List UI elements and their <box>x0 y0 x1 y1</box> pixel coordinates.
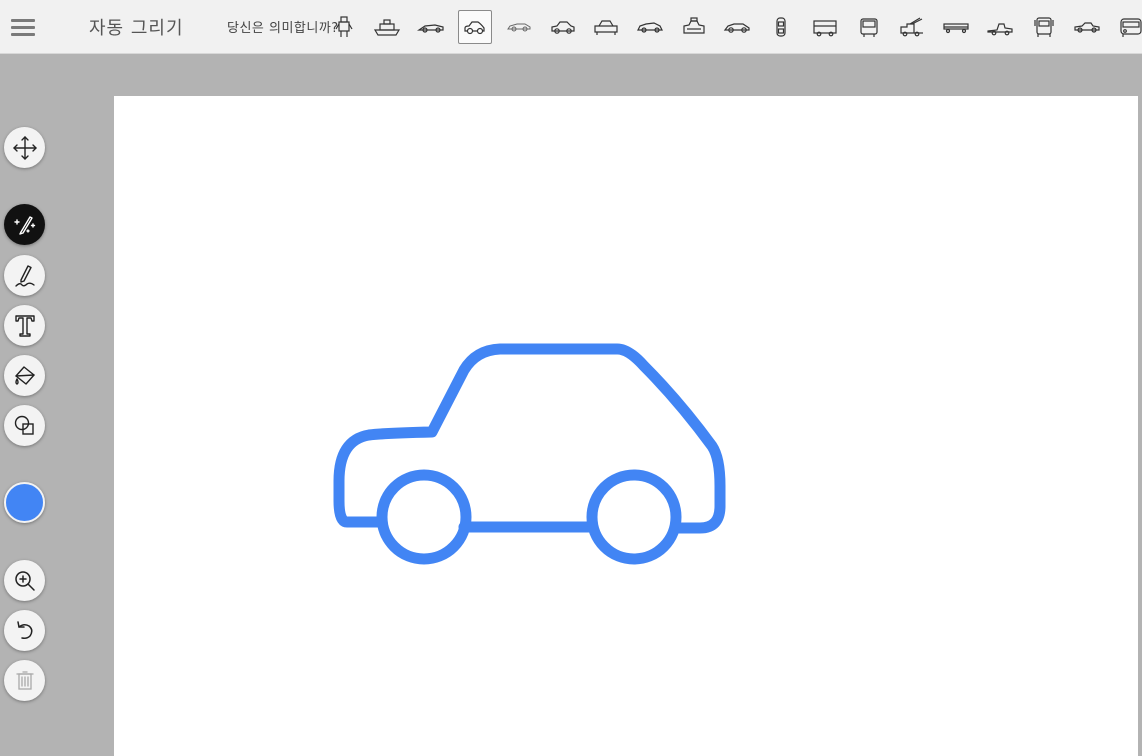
car-icon[interactable] <box>458 10 492 44</box>
pencil-icon <box>14 264 35 287</box>
undo-tool[interactable] <box>4 610 45 651</box>
tow-truck-icon[interactable] <box>939 10 973 44</box>
sedan-front-car-icon[interactable] <box>546 10 580 44</box>
magic-pen-icon <box>13 215 35 235</box>
fire-truck-icon[interactable] <box>852 10 886 44</box>
coupe-car-icon[interactable] <box>589 10 623 44</box>
bus-icon[interactable] <box>764 10 798 44</box>
rear-wheel <box>586 469 682 565</box>
type-tool[interactable] <box>4 305 45 346</box>
trash-icon <box>15 670 34 690</box>
taxi-car-icon[interactable] <box>633 10 667 44</box>
boat-icon[interactable] <box>370 10 404 44</box>
paint-bucket-icon <box>14 365 35 385</box>
move-arrows-icon <box>12 135 37 160</box>
bus-front-icon[interactable] <box>1070 10 1104 44</box>
top-bar: 자동 그리기 당신은 의미합니까? <box>0 0 1142 54</box>
bus-front-icon-2[interactable] <box>1113 10 1142 44</box>
semi-truck-front-icon[interactable] <box>983 10 1017 44</box>
autodraw-tool[interactable] <box>4 204 45 245</box>
low-sports-car-icon[interactable] <box>414 10 448 44</box>
draw-tool[interactable] <box>4 255 45 296</box>
hamburger-menu-icon[interactable] <box>9 13 37 41</box>
front-wheel <box>376 469 472 565</box>
robot-figure-icon[interactable] <box>327 10 361 44</box>
shape-tool[interactable] <box>4 405 45 446</box>
move-tool[interactable] <box>4 127 45 168</box>
delete-tool[interactable] <box>4 660 45 701</box>
tram-icon[interactable] <box>808 10 842 44</box>
undo-icon <box>16 620 32 639</box>
car-drawing <box>333 343 726 565</box>
long-truck-icon[interactable] <box>895 10 929 44</box>
car-top-view-icon[interactable] <box>720 10 754 44</box>
shapes-icon <box>14 415 34 435</box>
zoom-tool[interactable] <box>4 560 45 601</box>
suggestions-label: 당신은 의미합니까? <box>227 21 339 36</box>
race-car-icon[interactable] <box>677 10 711 44</box>
fill-tool[interactable] <box>4 355 45 396</box>
text-t-icon <box>14 314 35 337</box>
drawing-canvas[interactable] <box>114 96 1138 756</box>
car-body-stroke <box>333 343 726 534</box>
zoom-in-icon <box>14 570 35 591</box>
color-picker-swatch[interactable] <box>4 482 45 523</box>
pickup-truck-icon[interactable] <box>1027 10 1061 44</box>
hatchback-car-icon[interactable] <box>502 10 536 44</box>
app-title: 자동 그리기 <box>89 18 184 39</box>
